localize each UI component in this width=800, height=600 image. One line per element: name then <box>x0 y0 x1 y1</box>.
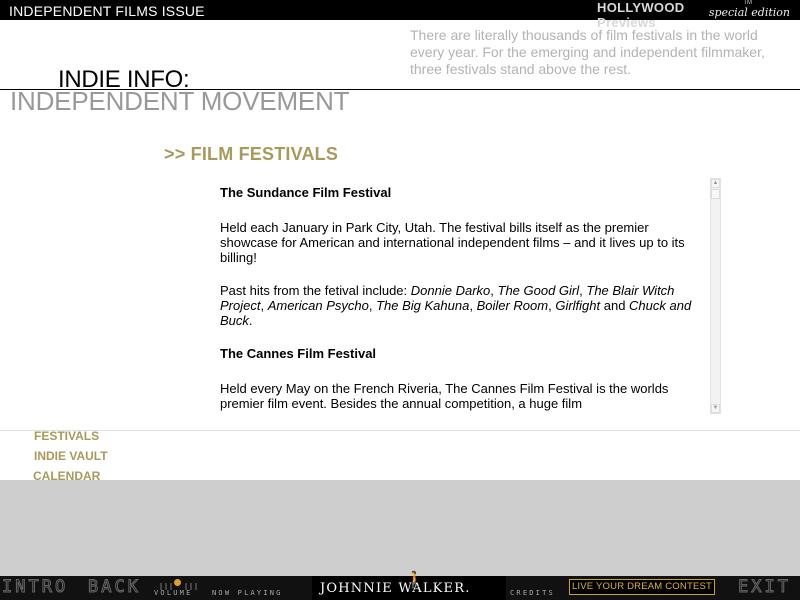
film-title: Donnie Darko <box>410 283 491 298</box>
section-heading: >> FILM FESTIVALS <box>164 144 339 164</box>
festival-content[interactable]: The Sundance Film Festival Held each Jan… <box>220 178 705 414</box>
brand-logo: HOLLYWOOD Previews TM special edition <box>597 0 792 30</box>
hits-prefix: Past hits from the fetival include: <box>220 283 411 298</box>
johnnie-walker-text: JOHNNIE WALKER. <box>320 581 471 596</box>
film-title: The Good Girl <box>497 283 580 298</box>
content-scrollbar[interactable]: ▲ ▼ <box>710 178 721 414</box>
separator: and <box>600 298 630 313</box>
volume-label: VOLUME <box>154 589 193 597</box>
sundance-hits: Past hits from the fetival include: Donn… <box>220 283 705 328</box>
page-subtitle: INDEPENDENT MOVEMENT <box>10 86 350 116</box>
nav-indie-vault[interactable]: INDIE VAULT <box>34 449 108 463</box>
scroll-thumb[interactable] <box>711 189 720 199</box>
separator: , <box>469 298 477 313</box>
film-title: American Psycho <box>267 298 369 313</box>
johnnie-walker-logo[interactable]: JOHNNIE WALKER. 🚶 <box>312 572 506 600</box>
separator: , <box>490 283 498 298</box>
striding-man-logo-icon: 🚶 <box>405 572 425 589</box>
exit-button[interactable]: EXIT <box>738 577 791 598</box>
volume-knob-icon[interactable] <box>174 579 181 586</box>
separator: , <box>260 298 268 313</box>
brand-edition: special edition <box>708 6 790 19</box>
sundance-description: Held each January in Park City, Utah. Th… <box>220 220 685 265</box>
scroll-up-arrow-icon[interactable]: ▲ <box>711 179 720 188</box>
period: . <box>248 313 253 328</box>
intro-text: There are literally thousands of film fe… <box>410 27 765 77</box>
film-title: Girlfight <box>555 298 601 313</box>
back-button[interactable]: BACK <box>88 577 141 598</box>
credits-button[interactable]: CREDITS <box>510 589 555 597</box>
footer-band <box>0 480 800 576</box>
now-playing-label: NOW PLAYING <box>212 589 283 597</box>
cannes-heading: The Cannes Film Festival <box>220 346 377 361</box>
cannes-description: Held every May on the French Riveria, Th… <box>220 381 669 411</box>
contest-button[interactable]: LIVE YOUR DREAM CONTEST <box>569 579 715 595</box>
issue-title: INDEPENDENT FILMS ISSUE <box>9 3 205 19</box>
bottom-bar: INTRO BACK VOLUME NOW PLAYING JOHNNIE WA… <box>0 572 800 600</box>
film-title: Boiler Room <box>476 298 549 313</box>
nav-festivals[interactable]: FESTIVALS <box>34 429 99 443</box>
volume-slider[interactable] <box>160 579 202 590</box>
scroll-down-arrow-icon[interactable]: ▼ <box>711 404 720 413</box>
top-bar: INDEPENDENT FILMS ISSUE HOLLYWOOD Previe… <box>0 0 800 30</box>
sundance-heading: The Sundance Film Festival <box>220 185 392 200</box>
nav-divider <box>0 430 800 431</box>
volume-tick <box>195 583 197 590</box>
film-title: The Big Kahuna <box>376 298 470 313</box>
separator: , <box>368 298 377 313</box>
intro-button[interactable]: INTRO <box>1 577 68 598</box>
